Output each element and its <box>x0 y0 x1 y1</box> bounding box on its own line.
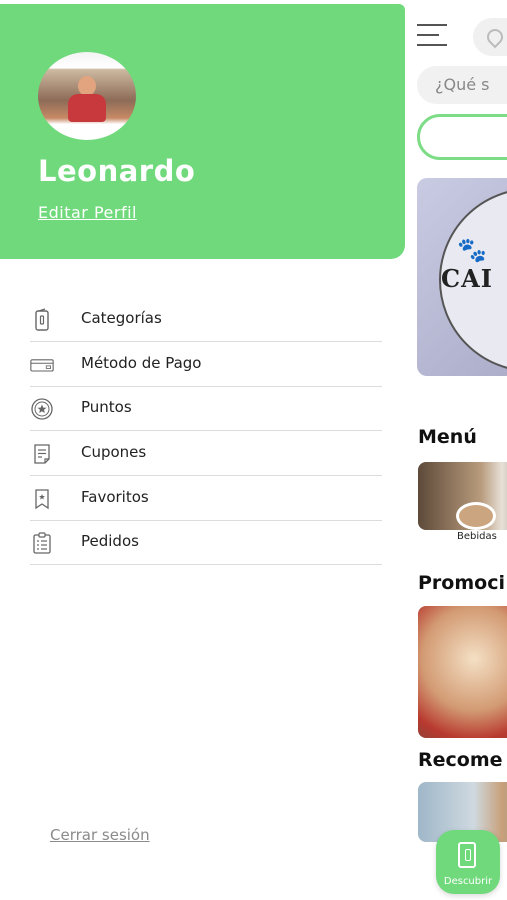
promo-card[interactable] <box>418 606 507 738</box>
star-badge-icon <box>30 397 54 421</box>
recommended-section-title: Recome <box>418 749 503 771</box>
user-name: Leonardo <box>38 154 196 188</box>
edit-profile-link[interactable]: Editar Perfil <box>38 203 137 222</box>
clipboard-icon <box>30 531 54 555</box>
coupon-icon <box>30 442 54 466</box>
menu-item-label: Método de Pago <box>81 353 202 372</box>
drawer-menu: Categorías Método de Pago Puntos Cupones… <box>30 298 382 566</box>
menu-item-favoritos[interactable]: Favoritos <box>30 477 382 521</box>
logout-link[interactable]: Cerrar sesión <box>50 826 150 844</box>
menu-item-label: Pedidos <box>81 532 139 551</box>
paw-icon: 🐾 <box>457 236 487 264</box>
navigation-drawer: Leonardo Editar Perfil Categorías Método… <box>0 0 405 900</box>
filter-button[interactable] <box>417 114 507 160</box>
menu-item-label: Categorías <box>81 309 162 327</box>
menu-category-label: Bebidas <box>457 531 497 542</box>
avatar-head <box>78 76 96 96</box>
menu-card-icon <box>458 842 476 868</box>
menu-item-label: Puntos <box>81 398 132 417</box>
menu-item-puntos[interactable]: Puntos <box>30 387 382 432</box>
main-screen: ¿Qué s 🐾 CAI Menú Bebidas Promoci Recome <box>405 0 507 900</box>
menu-item-cupones[interactable]: Cupones <box>30 432 382 477</box>
search-input[interactable]: ¿Qué s <box>417 66 507 104</box>
menu-item-metodo-de-pago[interactable]: Método de Pago <box>30 343 382 387</box>
coffee-cup-image <box>456 502 496 530</box>
drawer-header: Leonardo Editar Perfil <box>0 4 405 259</box>
hamburger-menu-icon[interactable] <box>417 24 447 48</box>
menu-section-title: Menú <box>418 426 477 448</box>
avatar-shirt <box>68 94 106 122</box>
menu-item-categorias[interactable]: Categorías <box>30 298 382 342</box>
location-button[interactable] <box>473 18 507 56</box>
discover-button[interactable]: Descubrir <box>436 830 500 894</box>
menu-item-label: Cupones <box>81 443 147 462</box>
menu-item-label: Favoritos <box>81 487 149 506</box>
bookmark-icon <box>30 487 54 511</box>
menu-category-card[interactable] <box>418 462 507 530</box>
location-pin-icon <box>483 25 507 49</box>
credit-card-icon <box>30 353 54 377</box>
promo-section-title: Promoci <box>418 572 505 594</box>
discover-label: Descubrir <box>443 876 493 887</box>
menu-card-icon <box>30 308 54 332</box>
avatar[interactable] <box>38 52 136 140</box>
menu-item-pedidos[interactable]: Pedidos <box>30 521 382 566</box>
featured-banner[interactable]: 🐾 CAI <box>417 178 507 376</box>
banner-brand-text: CAI <box>441 264 493 293</box>
